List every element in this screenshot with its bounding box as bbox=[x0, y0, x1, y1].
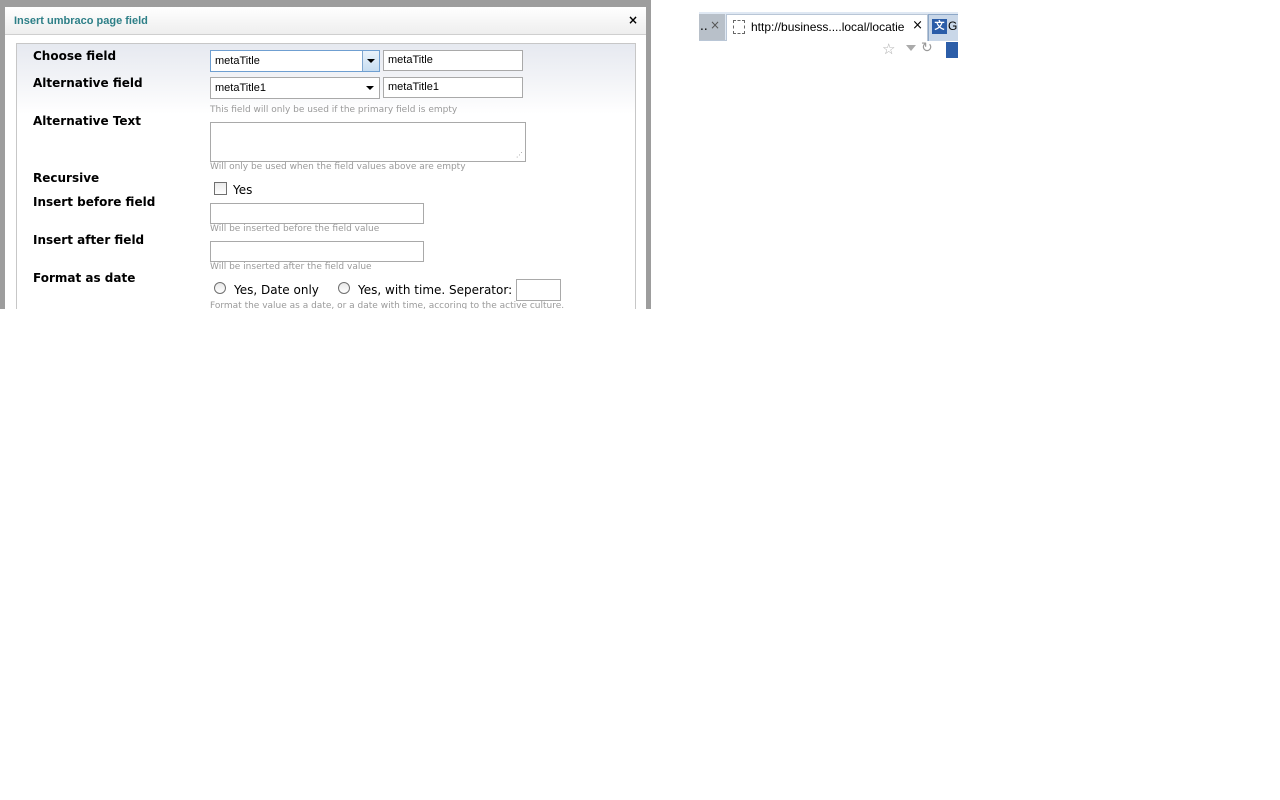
tab-previous-title: .. bbox=[700, 19, 708, 33]
alternative-field-input-value: metaTitle1 bbox=[388, 81, 439, 93]
insert-page-field-dialog: Insert umbraco page field × Choose field… bbox=[0, 0, 651, 309]
choose-field-input-value: metaTitle bbox=[388, 54, 433, 66]
dialog-titlebar: Insert umbraco page field × bbox=[5, 7, 646, 35]
address-bar-fragment: ☆ ↻ bbox=[699, 41, 958, 58]
tab-next-title: G bbox=[948, 19, 958, 33]
alternative-text-label: Alternative Text bbox=[33, 114, 142, 128]
insert-after-input[interactable] bbox=[210, 241, 424, 262]
close-icon[interactable]: × bbox=[710, 18, 720, 32]
chevron-down-icon[interactable] bbox=[362, 51, 379, 71]
choose-field-select[interactable]: metaTitle bbox=[210, 50, 380, 72]
star-icon[interactable]: ☆ bbox=[882, 42, 895, 57]
tab-active-title: http://business....local/locatie bbox=[751, 20, 905, 34]
recursive-checkbox[interactable] bbox=[214, 182, 227, 195]
date-only-radio[interactable] bbox=[214, 282, 226, 294]
insert-before-hint: Will be inserted before the field value bbox=[210, 224, 380, 234]
format-date-label: Format as date bbox=[33, 271, 136, 285]
alternative-field-select[interactable]: metaTitle1 bbox=[210, 77, 380, 99]
tab-strip: .. × http://business....local/locatie × … bbox=[699, 12, 958, 42]
tab-previous[interactable]: .. × bbox=[699, 14, 725, 40]
alternative-text-hint: Will only be used when the field values … bbox=[210, 162, 466, 172]
extension-icon[interactable] bbox=[946, 42, 958, 58]
recursive-label: Recursive bbox=[33, 171, 100, 185]
recursive-option-label: Yes bbox=[233, 183, 253, 197]
translate-icon: 文 bbox=[932, 19, 947, 34]
tab-active[interactable]: http://business....local/locatie × bbox=[726, 14, 928, 42]
dropdown-icon[interactable] bbox=[906, 45, 916, 51]
choose-field-label: Choose field bbox=[33, 49, 117, 63]
close-icon[interactable]: × bbox=[628, 13, 638, 27]
alternative-field-input[interactable]: metaTitle1 bbox=[383, 77, 523, 98]
format-date-hint: Format the value as a date, or a date wi… bbox=[210, 301, 565, 309]
dialog-title: Insert umbraco page field bbox=[14, 15, 148, 27]
alternative-field-label: Alternative field bbox=[33, 76, 143, 90]
choose-field-select-value: metaTitle bbox=[215, 55, 260, 67]
insert-after-hint: Will be inserted after the field value bbox=[210, 262, 372, 272]
date-only-option-label: Yes, Date only bbox=[234, 283, 319, 297]
field-form-panel: Choose field metaTitle metaTitle Alterna… bbox=[16, 43, 636, 309]
alternative-text-textarea[interactable]: ⋰ bbox=[210, 122, 526, 162]
insert-after-label: Insert after field bbox=[33, 233, 145, 247]
dialog-body: Insert umbraco page field × Choose field… bbox=[5, 7, 646, 309]
insert-before-label: Insert before field bbox=[33, 195, 156, 209]
separator-input[interactable] bbox=[516, 279, 561, 301]
resize-grip-icon[interactable]: ⋰ bbox=[516, 151, 523, 159]
insert-before-input[interactable] bbox=[210, 203, 424, 224]
choose-field-input[interactable]: metaTitle bbox=[383, 50, 523, 71]
alternative-field-hint: This field will only be used if the prim… bbox=[210, 105, 458, 115]
page-icon bbox=[733, 20, 745, 34]
chevron-down-icon[interactable] bbox=[366, 86, 374, 90]
with-time-radio[interactable] bbox=[338, 282, 350, 294]
close-icon[interactable]: × bbox=[912, 18, 923, 33]
tab-next[interactable]: 文 G bbox=[928, 14, 958, 42]
reload-icon[interactable]: ↻ bbox=[921, 41, 933, 56]
browser-window-fragment: .. × http://business....local/locatie × … bbox=[699, 12, 958, 58]
alternative-field-select-value: metaTitle1 bbox=[215, 82, 266, 94]
with-time-option-label: Yes, with time. Seperator: : bbox=[358, 283, 520, 297]
